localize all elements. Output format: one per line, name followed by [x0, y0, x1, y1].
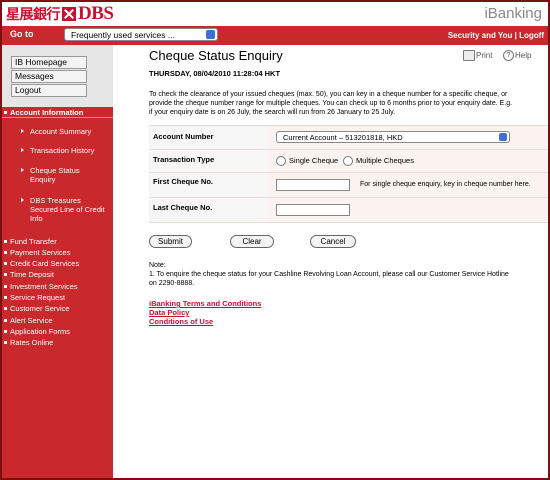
logo-chinese-text: 星展銀行: [6, 7, 61, 23]
enquiry-date: THURSDAY, 08/04/2010 11:28:04 HKT: [149, 69, 281, 78]
intro-line: To check the clearance of your issued ch…: [149, 91, 508, 98]
window-frame: 星展銀行 DBS iBanking Go to Frequently used …: [0, 0, 550, 480]
enquiry-form: Account Number Current Account – 5132018…: [149, 125, 548, 223]
intro-line: provide the cheque number range for mult…: [149, 100, 513, 107]
logo-english-text: DBS: [78, 3, 114, 24]
sidebar: IB Homepage Messages Logout Account Info…: [2, 45, 113, 478]
logout-button[interactable]: Logout: [11, 84, 87, 97]
goto-select[interactable]: Frequently used services ...: [64, 28, 218, 41]
last-cheque-input[interactable]: [276, 204, 350, 216]
sidebar-divider: [2, 117, 113, 118]
bullet-icon: [4, 111, 7, 114]
security-logoff-links[interactable]: Security and You | Logoff: [448, 31, 544, 40]
first-cheque-label: First Cheque No.: [149, 173, 268, 197]
sidebar-item-account-summary[interactable]: Account Summary: [30, 127, 91, 136]
bullet-icon: [4, 262, 7, 265]
single-cheque-radio[interactable]: [276, 156, 286, 166]
transaction-type-row: Transaction Type Single Cheque Multiple …: [149, 150, 548, 173]
conditions-of-use-link[interactable]: Conditions of Use: [149, 317, 261, 326]
bullet-icon: [4, 319, 7, 322]
ib-homepage-button[interactable]: IB Homepage: [11, 56, 87, 69]
select-arrow-icon: [206, 30, 215, 39]
bullet-icon: [4, 341, 7, 344]
first-cheque-row: First Cheque No. For single cheque enqui…: [149, 173, 548, 198]
intro-line: if your enquiry date is on 26 July, the …: [149, 109, 396, 116]
transaction-type-cell: Single Cheque Multiple Cheques: [268, 150, 548, 172]
goto-select-value: Frequently used services ...: [71, 30, 175, 40]
bullet-icon: [4, 240, 7, 243]
first-cheque-input[interactable]: [276, 179, 350, 191]
help-icon[interactable]: ?: [503, 50, 514, 61]
messages-button[interactable]: Messages: [11, 70, 87, 83]
sidebar-item-fund-transfer[interactable]: Fund Transfer: [10, 237, 57, 246]
sidebar-item-credit-card-services[interactable]: Credit Card Services: [10, 259, 79, 268]
help-link[interactable]: Help: [515, 51, 531, 60]
goto-label: Go to: [10, 29, 34, 39]
bullet-icon: [4, 307, 7, 310]
print-link[interactable]: Print: [476, 51, 492, 60]
submit-button[interactable]: Submit: [149, 235, 192, 248]
data-policy-link[interactable]: Data Policy: [149, 308, 261, 317]
clear-button[interactable]: Clear: [230, 235, 274, 248]
first-cheque-hint: For single cheque enquiry, key in cheque…: [360, 181, 531, 188]
main-content: Cheque Status Enquiry Print ? Help THURS…: [115, 45, 548, 478]
cancel-button[interactable]: Cancel: [310, 235, 356, 248]
account-number-select[interactable]: Current Account – 513201818, HKD: [276, 131, 510, 143]
transaction-type-label: Transaction Type: [149, 150, 268, 172]
bullet-icon: [4, 330, 7, 333]
sidebar-item-investment-services[interactable]: Investment Services: [10, 282, 78, 291]
arrow-icon: [21, 148, 24, 152]
product-name: iBanking: [484, 5, 542, 22]
dbs-x-icon: [62, 7, 76, 21]
page-title: Cheque Status Enquiry: [149, 48, 283, 63]
bullet-icon: [4, 296, 7, 299]
single-cheque-label: Single Cheque: [289, 156, 339, 165]
sidebar-button-area: IB Homepage Messages Logout: [2, 45, 113, 107]
multiple-cheques-label: Multiple Cheques: [356, 156, 414, 165]
bullet-icon: [4, 273, 7, 276]
last-cheque-row: Last Cheque No.: [149, 198, 548, 223]
account-number-row: Account Number Current Account – 5132018…: [149, 126, 548, 150]
sidebar-item-alert-service[interactable]: Alert Service: [10, 316, 53, 325]
account-number-cell: Current Account – 513201818, HKD: [268, 126, 548, 149]
note-section: Note: 1. To enquire the cheque status fo…: [149, 261, 509, 288]
sidebar-item-application-forms[interactable]: Application Forms: [10, 327, 70, 336]
top-nav-bar: Go to Frequently used services ... Secur…: [2, 26, 548, 45]
account-number-label: Account Number: [149, 126, 268, 149]
last-cheque-cell: [268, 198, 548, 222]
sidebar-item-time-deposit[interactable]: Time Deposit: [10, 270, 54, 279]
bullet-icon: [4, 285, 7, 288]
sidebar-item-payment-services[interactable]: Payment Services: [10, 248, 70, 257]
select-arrow-icon: [499, 133, 507, 141]
footer-links: iBanking Terms and Conditions Data Polic…: [149, 299, 261, 326]
sidebar-item-rates-online[interactable]: Rates Online: [10, 338, 53, 347]
first-cheque-cell: For single cheque enquiry, key in cheque…: [268, 173, 548, 197]
printer-icon[interactable]: [463, 50, 475, 61]
bullet-icon: [4, 251, 7, 254]
arrow-icon: [21, 198, 24, 202]
header: 星展銀行 DBS iBanking: [2, 2, 548, 27]
arrow-icon: [21, 168, 24, 172]
sidebar-item-cheque-status-enquiry[interactable]: Cheque Status Enquiry: [30, 166, 90, 184]
note-line: 1. To enquire the cheque status for your…: [149, 271, 509, 278]
account-number-value: Current Account – 513201818, HKD: [283, 133, 403, 142]
note-line: on 2290-8888.: [149, 280, 195, 287]
intro-text: To check the clearance of your issued ch…: [149, 90, 548, 117]
multiple-cheques-radio[interactable]: [343, 156, 353, 166]
sidebar-item-customer-service[interactable]: Customer Service: [10, 304, 70, 313]
sidebar-item-transaction-history[interactable]: Transaction History: [30, 146, 94, 155]
last-cheque-label: Last Cheque No.: [149, 198, 268, 222]
dbs-logo[interactable]: 星展銀行 DBS: [6, 3, 114, 24]
sidebar-item-dbs-treasures[interactable]: DBS Treasures Secured Line of Credit Inf…: [30, 196, 110, 223]
sidebar-item-service-request[interactable]: Service Request: [10, 293, 65, 302]
note-title: Note:: [149, 262, 166, 269]
terms-link[interactable]: iBanking Terms and Conditions: [149, 299, 261, 308]
arrow-icon: [21, 129, 24, 133]
sidebar-item-account-information[interactable]: Account Information: [10, 108, 83, 117]
